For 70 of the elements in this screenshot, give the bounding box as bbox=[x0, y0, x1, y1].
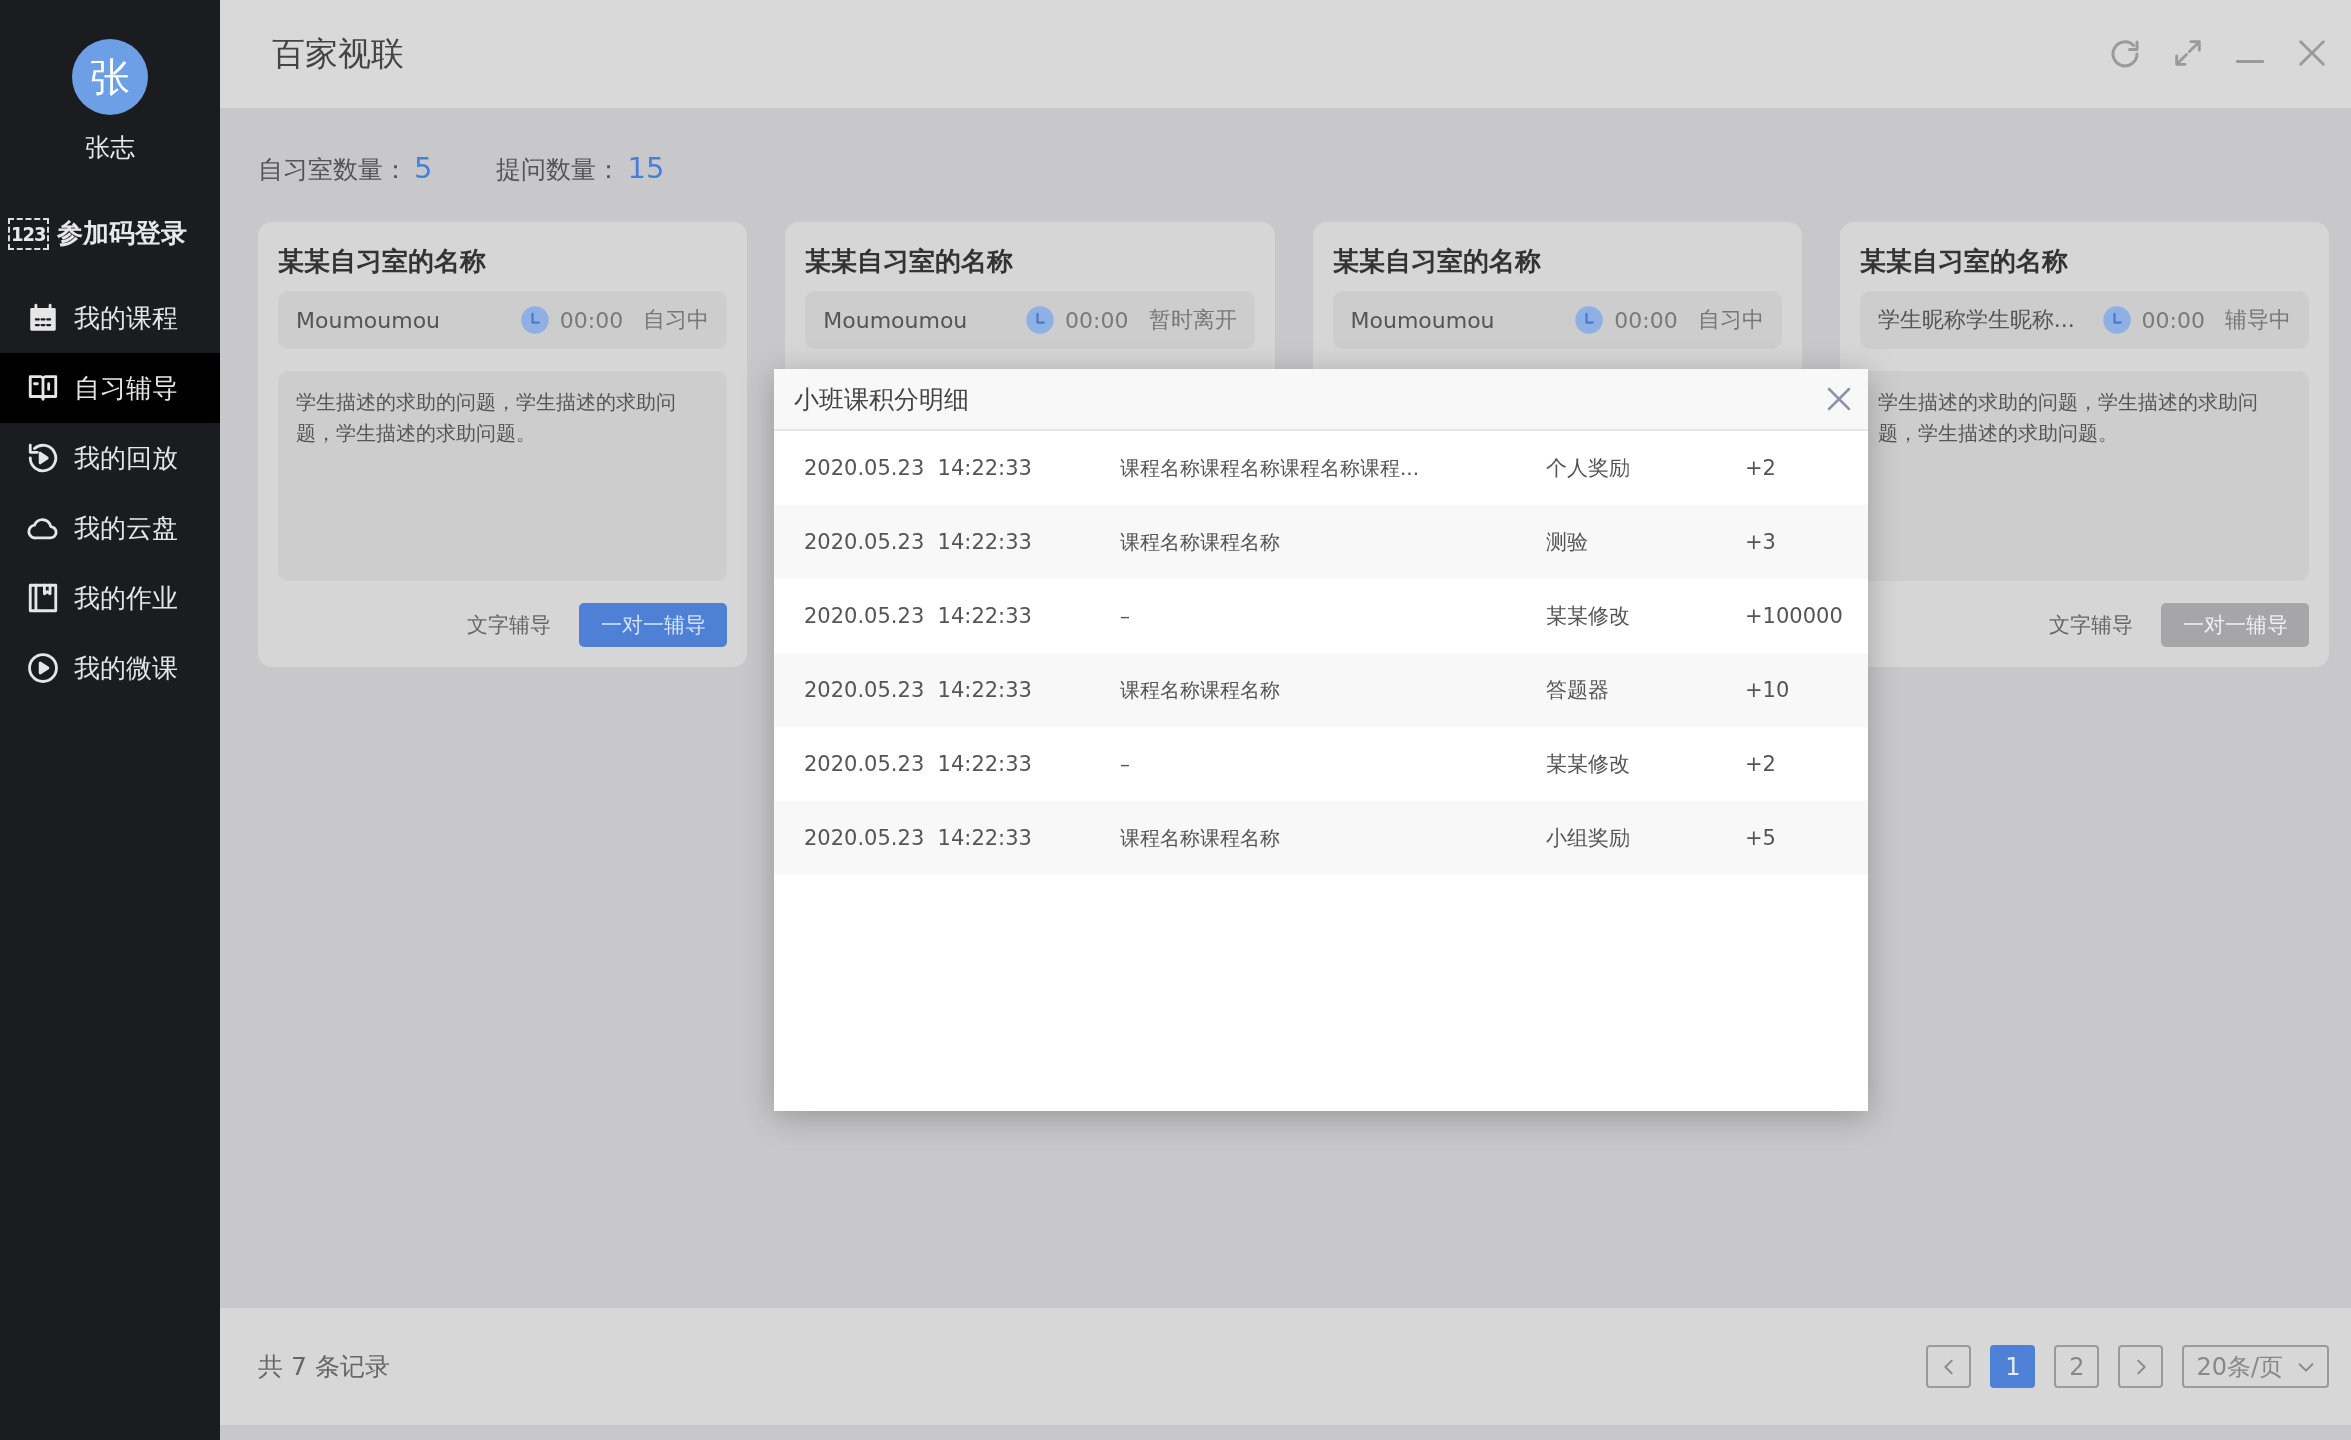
table-cell-text: 测验 bbox=[1546, 529, 1589, 556]
text-tutor-link[interactable]: 文字辅导 bbox=[467, 611, 552, 639]
table-cell-text: +2 bbox=[1745, 456, 1777, 480]
code-login-link[interactable]: 123 参加码登录 bbox=[0, 216, 187, 251]
student-name: 学生昵称学生昵称... bbox=[1877, 306, 2076, 334]
study-time: 00:00 bbox=[2141, 307, 2205, 333]
clock-icon bbox=[519, 305, 550, 335]
nav-item[interactable]: 我的微课 bbox=[0, 633, 220, 703]
dialog-title: 小班课积分明细 bbox=[794, 383, 969, 416]
study-status: 自习中 bbox=[643, 306, 710, 334]
table-cell-text: – bbox=[1120, 752, 1131, 776]
avatar: 张 bbox=[72, 39, 148, 115]
stat-value: 15 bbox=[627, 150, 665, 185]
record-count: 共 7 条记录 bbox=[258, 1351, 390, 1383]
study-time: 00:00 bbox=[1065, 307, 1129, 333]
nav-item[interactable]: 我的云盘 bbox=[0, 493, 220, 563]
app-title: 百家视联 bbox=[272, 32, 404, 75]
stat-label: 自习室数量： bbox=[258, 153, 408, 186]
table-cell-text: 某某修改 bbox=[1546, 751, 1631, 778]
room-title: 某某自习室的名称 bbox=[1332, 245, 1542, 278]
table-cell-text: 课程名称课程名称 bbox=[1120, 824, 1281, 852]
text-tutor-link[interactable]: 文字辅导 bbox=[2049, 611, 2133, 639]
stat-label: 提问数量： bbox=[496, 153, 622, 186]
user-name: 张志 bbox=[85, 132, 135, 164]
notebook-icon bbox=[26, 581, 60, 615]
clock-icon bbox=[1574, 305, 1605, 335]
room-title: 某某自习室的名称 bbox=[805, 245, 1015, 278]
table-cell-text: 课程名称课程名称 bbox=[1120, 528, 1281, 556]
nav-item[interactable]: 我的回放 bbox=[0, 423, 220, 493]
table-cell-text: 课程名称课程名称 bbox=[1120, 676, 1281, 704]
table-cell-text: +5 bbox=[1745, 826, 1777, 850]
room-title: 某某自习室的名称 bbox=[1859, 245, 2069, 278]
room-title: 某某自习室的名称 bbox=[278, 245, 487, 278]
table-cell-text: – bbox=[1120, 604, 1131, 628]
table-cell-text: +100000 bbox=[1745, 604, 1844, 628]
table-cell-text: 2020.05.23 14:22:33 bbox=[804, 826, 1033, 850]
study-time: 00:00 bbox=[559, 307, 624, 333]
table-cell-text: 2020.05.23 14:22:33 bbox=[804, 678, 1033, 702]
table-cell-text: 个人奖励 bbox=[1546, 455, 1631, 482]
table-cell-text: 2020.05.23 14:22:33 bbox=[804, 530, 1033, 554]
replay-icon bbox=[26, 441, 60, 475]
nav-item[interactable]: 我的课程 bbox=[0, 283, 220, 353]
next-page-button[interactable] bbox=[2118, 1345, 2164, 1388]
table-cell-text: 某某修改 bbox=[1546, 603, 1631, 630]
description-text: 学生描述的求助的问题，学生描述的求助问题，学生描述的求助问题。 bbox=[296, 389, 677, 447]
clock-icon bbox=[1025, 305, 1056, 335]
table-cell-text: +10 bbox=[1745, 678, 1791, 702]
description-text: 学生描述的求助的问题，学生描述的求助问题，学生描述的求助问题。 bbox=[1877, 389, 2259, 447]
table-cell-text: 2020.05.23 14:22:33 bbox=[804, 604, 1033, 628]
table-cell-text: 2020.05.23 14:22:33 bbox=[804, 752, 1033, 776]
table-cell-text: 小组奖励 bbox=[1546, 825, 1631, 852]
table-cell-text: 答题器 bbox=[1546, 677, 1610, 704]
nav-item[interactable]: 自习辅导 bbox=[0, 353, 220, 423]
clock-icon bbox=[2101, 305, 2132, 335]
stat-value: 5 bbox=[414, 150, 433, 185]
prev-page-button[interactable] bbox=[1926, 1345, 1972, 1388]
table-cell-text: +2 bbox=[1745, 752, 1777, 776]
student-name: Moumoumou bbox=[1350, 307, 1496, 333]
student-name: Moumoumou bbox=[823, 307, 969, 333]
study-status: 自习中 bbox=[1697, 306, 1764, 334]
table-cell-text: 课程名称课程名称课程名称课程... bbox=[1120, 454, 1421, 482]
table-cell-text: +3 bbox=[1745, 530, 1777, 554]
study-status: 暂时离开 bbox=[1148, 306, 1237, 334]
study-time: 00:00 bbox=[1614, 307, 1678, 333]
play-icon bbox=[26, 651, 60, 685]
nav-item[interactable]: 我的作业 bbox=[0, 563, 220, 633]
student-name: Moumoumou bbox=[296, 307, 442, 333]
code-icon: 123 bbox=[8, 217, 49, 250]
table-cell-text: 2020.05.23 14:22:33 bbox=[804, 456, 1033, 480]
study-status: 辅导中 bbox=[2225, 306, 2291, 334]
